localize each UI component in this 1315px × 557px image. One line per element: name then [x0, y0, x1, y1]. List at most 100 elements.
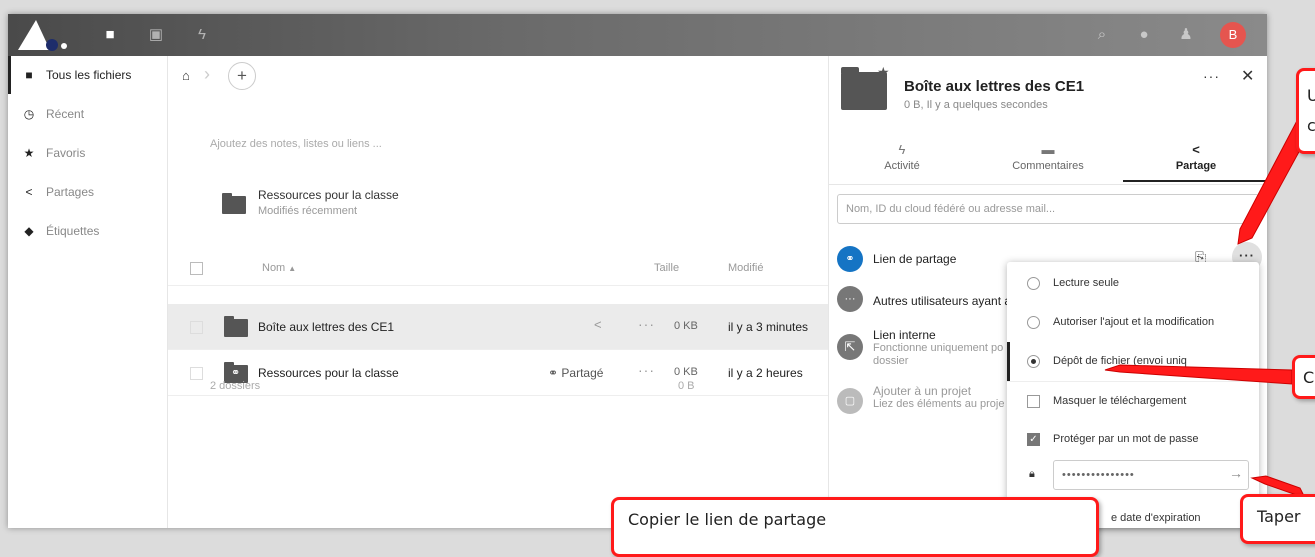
file-size: 0 KB: [674, 366, 698, 378]
panel-title: Boîte aux lettres des CE1: [904, 78, 1085, 95]
file-modified: il y a 2 heures: [728, 366, 803, 380]
callout-text: cli: [1307, 116, 1315, 135]
internal-link-line2: dossier: [873, 355, 909, 367]
add-button[interactable]: +: [228, 62, 256, 90]
more-icon: ···: [837, 286, 863, 312]
tab-comments[interactable]: ▬ Commentaires: [975, 142, 1121, 182]
files-icon[interactable]: ■: [100, 25, 120, 45]
file-name[interactable]: Ressources pour la classe: [258, 366, 399, 380]
recent-folder-subtitle: Modifiés récemment: [258, 205, 358, 217]
option-file-drop[interactable]: Dépôt de fichier (envoi uniq: [1007, 342, 1259, 381]
callout-click: Un cli: [1296, 68, 1315, 154]
close-icon[interactable]: ✕: [1241, 66, 1254, 86]
lock-icon: 🔒︎: [1029, 468, 1035, 480]
project-title: Ajouter à un projet: [873, 384, 972, 398]
table-row[interactable]: ⚭ Ressources pour la classe ⚭ Partagé ··…: [168, 350, 828, 396]
contacts-icon[interactable]: ♟: [1176, 25, 1196, 45]
option-allow-edit[interactable]: Autoriser l'ajout et la modification: [1007, 303, 1259, 342]
comment-icon: ▬: [1041, 142, 1055, 157]
radio-button[interactable]: [1027, 277, 1040, 290]
sidebar-item-label: Partages: [46, 185, 95, 199]
sidebar-item-label: Tous les fichiers: [46, 68, 132, 82]
column-size[interactable]: Taille: [654, 262, 679, 274]
logo-icon[interactable]: [18, 18, 74, 52]
sidebar-item-label: Étiquettes: [46, 224, 100, 238]
link-icon: ⚭: [837, 246, 863, 272]
file-name[interactable]: Boîte aux lettres des CE1: [258, 320, 394, 334]
sidebar-item-label: Favoris: [46, 146, 86, 160]
star-icon[interactable]: ★: [877, 64, 890, 81]
table-row[interactable]: Boîte aux lettres des CE1 < ··· 0 KB il …: [168, 304, 828, 350]
recent-folder-name: Ressources pour la classe: [258, 188, 399, 202]
row-checkbox[interactable]: [190, 321, 203, 334]
notes-placeholder[interactable]: Ajoutez des notes, listes ou liens ...: [210, 138, 382, 150]
option-password-protect[interactable]: ✓ Protéger par un mot de passe: [1007, 420, 1259, 459]
file-list: ⌂ › + Ajoutez des notes, listes ou liens…: [168, 56, 828, 528]
avatar[interactable]: B: [1220, 22, 1246, 48]
callout-choose: Ch: [1292, 355, 1315, 399]
internal-link-line1: Fonctionne uniquement po: [873, 342, 1004, 354]
sidebar-item-shares[interactable]: < Partages: [8, 173, 167, 211]
sidebar-item-tags[interactable]: ◆ Étiquettes: [8, 212, 167, 250]
tab-sharing[interactable]: < Partage: [1123, 142, 1267, 182]
file-modified: il y a 3 minutes: [728, 320, 809, 334]
share-options-menu: Lecture seule Autoriser l'ajout et la mo…: [1007, 262, 1259, 528]
more-icon[interactable]: ···: [638, 316, 655, 332]
link-icon: ⚭: [548, 366, 559, 380]
recent-folder[interactable]: Ressources pour la classe Modifiés récem…: [222, 188, 522, 228]
password-input[interactable]: •••••••••••••••: [1053, 460, 1249, 490]
option-hide-download[interactable]: Masquer le téléchargement: [1007, 381, 1259, 420]
external-link-icon[interactable]: ⇱: [837, 334, 863, 360]
shared-label[interactable]: ⚭ Partagé: [548, 366, 603, 380]
home-icon[interactable]: ⌂: [182, 68, 190, 83]
checkbox[interactable]: [1027, 395, 1040, 408]
callout-copy-link: Copier le lien de partage: [611, 497, 1099, 557]
column-modified[interactable]: Modifié: [728, 262, 763, 274]
option-read-only[interactable]: Lecture seule: [1007, 264, 1259, 303]
select-all-checkbox[interactable]: [190, 262, 203, 275]
tab-activity[interactable]: ϟ Activité: [829, 142, 975, 182]
column-name[interactable]: Nom ▲: [262, 262, 296, 274]
sidebar-item-favorites[interactable]: ★ Favoris: [8, 134, 167, 172]
table-header: Nom ▲ Taille Modifié: [168, 252, 828, 286]
activity-icon: ϟ: [898, 142, 906, 157]
activity-icon[interactable]: ϟ: [192, 25, 212, 45]
other-users-label: Autres utilisateurs ayant ac: [873, 294, 1018, 308]
panel-subtitle: 0 B, Il y a quelques secondes: [904, 99, 1048, 111]
checkbox-checked[interactable]: ✓: [1027, 433, 1040, 446]
folder-icon: ■: [25, 68, 33, 82]
sidebar-item-recent[interactable]: ◷ Récent: [8, 95, 167, 133]
more-icon[interactable]: ···: [638, 362, 655, 378]
more-icon[interactable]: ···: [1203, 68, 1220, 84]
total-size: 0 B: [678, 380, 695, 392]
callout-text: Un: [1307, 81, 1315, 111]
sidebar: ■ Tous les fichiers ◷ Récent ★ Favoris <…: [8, 56, 168, 528]
internal-link-title: Lien interne: [873, 328, 936, 342]
project-subtitle: Liez des éléments au proje: [873, 398, 1005, 410]
folder-icon: [224, 316, 248, 337]
radio-button[interactable]: [1027, 316, 1040, 329]
project-icon: ▢: [837, 388, 863, 414]
row-checkbox[interactable]: [190, 367, 203, 380]
expiration-date-option[interactable]: e date d'expiration: [1111, 512, 1201, 524]
arrow-right-icon[interactable]: →: [1229, 465, 1243, 481]
share-icon: <: [25, 185, 33, 199]
top-bar: ■ ▣ ϟ ⌕ ● ♟ B: [8, 14, 1267, 56]
sidebar-item-all-files[interactable]: ■ Tous les fichiers: [8, 56, 167, 94]
file-size: 0 KB: [674, 320, 698, 332]
breadcrumb-separator: ›: [204, 64, 210, 84]
sidebar-item-label: Récent: [46, 107, 85, 121]
share-link-label: Lien de partage: [873, 252, 957, 266]
tag-icon: ◆: [24, 224, 34, 238]
folder-count: 2 dossiers: [210, 380, 261, 392]
radio-button-selected[interactable]: [1027, 355, 1040, 368]
photos-icon[interactable]: ▣: [146, 25, 166, 45]
callout-type: Taper: [1240, 494, 1315, 544]
folder-icon: [222, 193, 246, 214]
notifications-icon[interactable]: ●: [1134, 25, 1154, 45]
share-icon[interactable]: <: [594, 317, 602, 332]
share-search-input[interactable]: Nom, ID du cloud fédéré ou adresse mail.…: [837, 194, 1259, 224]
clock-icon: ◷: [23, 107, 35, 121]
search-icon[interactable]: ⌕: [1092, 25, 1112, 45]
divider: [829, 184, 1267, 185]
